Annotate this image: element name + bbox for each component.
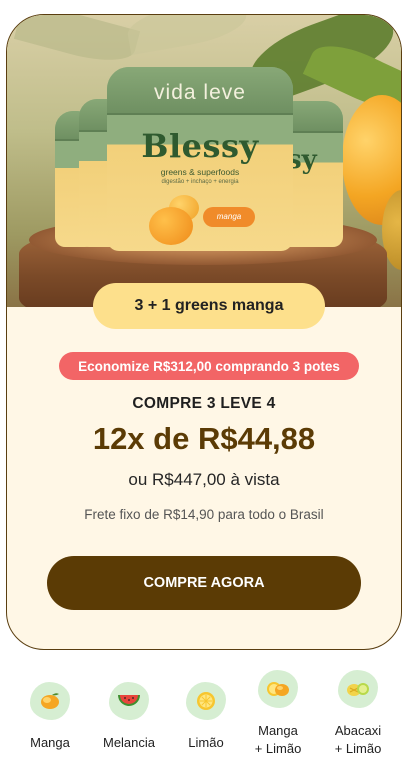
product-hero-image: sy vida leve Blessy greens & superfoods … (7, 15, 401, 307)
pineapple-lemon-icon (338, 670, 378, 708)
jar-mango-illustration (149, 207, 193, 245)
mango-icon (30, 682, 70, 720)
jar-product-name: Blessy (141, 127, 259, 165)
installment-price: 12x de R$44,88 (92, 421, 316, 456)
jar-flavor-tag: manga (203, 207, 255, 227)
flavor-option-abacaxi-limao[interactable]: Abacaxi + Limão (326, 670, 390, 758)
flavor-option-manga[interactable]: Manga (20, 682, 80, 752)
leaf-decoration (124, 15, 250, 56)
flavor-option-melancia[interactable]: Melancia (95, 682, 163, 752)
shipping-info: Frete fixo de R$14,90 para todo o Brasil (84, 507, 324, 522)
jar-tagline: digestão + inchaço + energia (161, 179, 239, 185)
savings-badge: Economize R$312,00 comprando 3 potes (59, 352, 359, 380)
offer-title: COMPRE 3 LEVE 4 (132, 395, 276, 412)
flavor-label: Limão (188, 735, 224, 750)
jar-subtitle: greens & superfoods (160, 167, 240, 177)
flavor-option-manga-limao[interactable]: Manga + Limão (248, 670, 308, 758)
flavor-selector: Manga Melancia Limão Manga + Limão Abaca… (0, 668, 410, 778)
cash-price: ou R$447,00 à vista (128, 470, 280, 489)
leaf-decoration (13, 15, 141, 70)
mango-lemon-icon (258, 670, 298, 708)
bundle-name-pill: 3 + 1 greens manga (93, 283, 325, 329)
flavor-label: Melancia (102, 735, 156, 750)
watermelon-icon (109, 682, 149, 720)
jar-brand-text: vida leve (154, 81, 246, 104)
buy-now-button[interactable]: COMPRE AGORA (47, 556, 361, 610)
flavor-label: Manga + Limão (254, 723, 302, 756)
flavor-label: Abacaxi + Limão (334, 723, 382, 756)
lemon-icon (186, 682, 226, 720)
product-card: sy vida leve Blessy greens & superfoods … (6, 14, 402, 650)
product-jar-main: vida leve Blessy greens & superfoods dig… (107, 67, 293, 251)
flavor-option-limao[interactable]: Limão (176, 682, 236, 752)
flavor-label: Manga (30, 735, 70, 750)
